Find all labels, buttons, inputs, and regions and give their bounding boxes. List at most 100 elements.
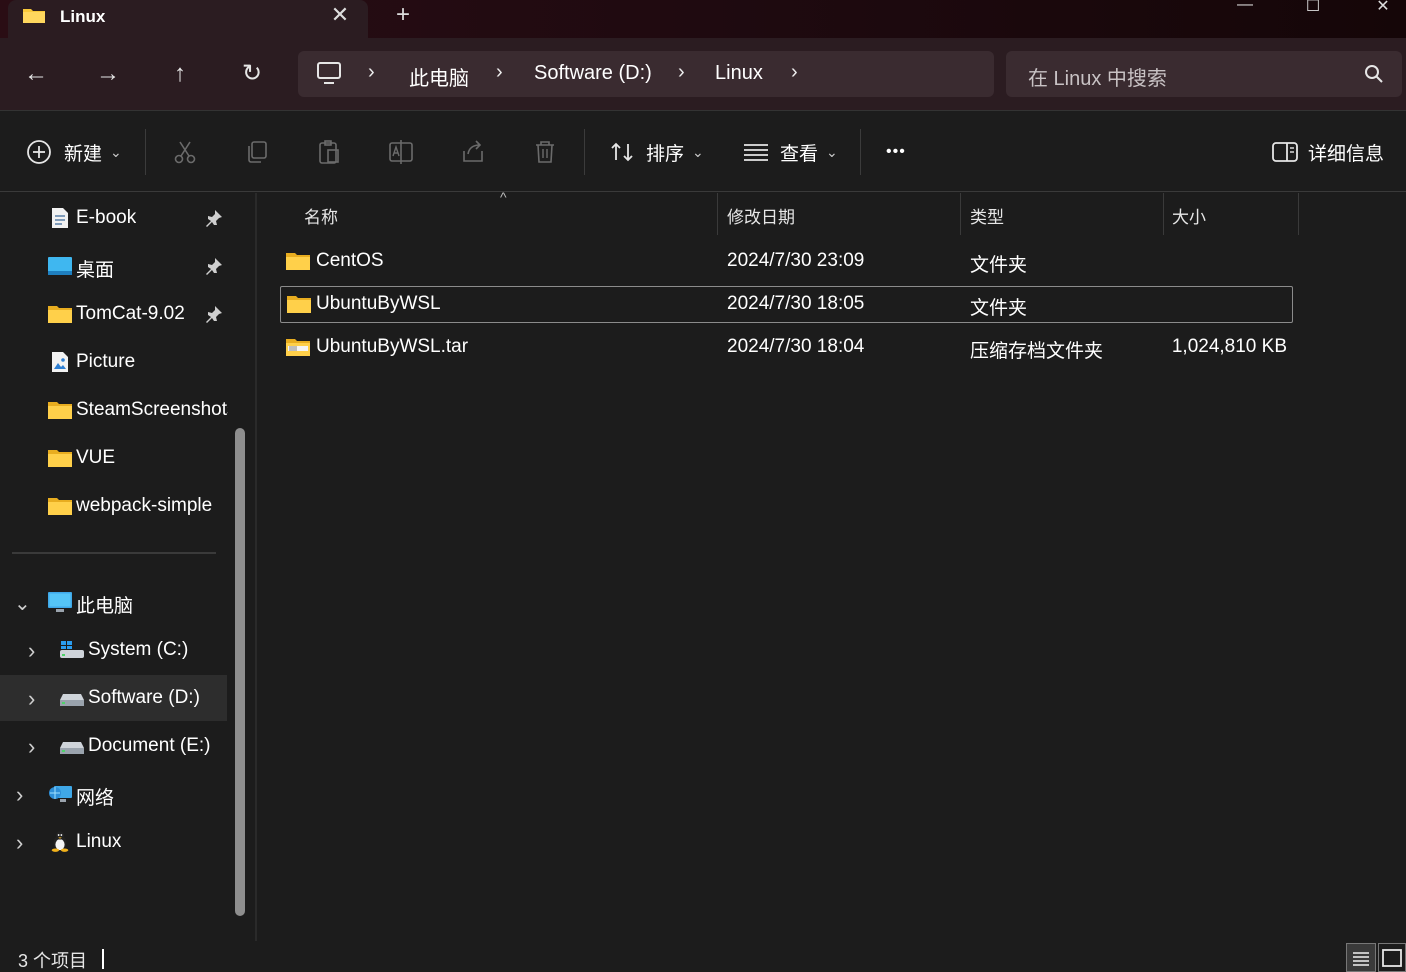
- file-name: CentOS: [316, 250, 384, 271]
- sidebar-item-label: webpack-simple: [76, 495, 213, 516]
- column-divider[interactable]: [1163, 193, 1164, 235]
- rename-icon[interactable]: [388, 139, 414, 165]
- tab-linux[interactable]: Linux ✕: [8, 0, 368, 38]
- command-toolbar: 新建 ⌄ 排序 ⌄ 查看 ⌄ ••• 详细信息: [0, 110, 1406, 192]
- status-separator: [102, 949, 104, 969]
- sidebar-item-system-c[interactable]: › System (C:): [0, 627, 227, 673]
- column-header-name[interactable]: 名称: [304, 195, 338, 235]
- breadcrumb-this-pc[interactable]: 此电脑: [409, 62, 469, 91]
- file-modified: 2024/7/30 18:04: [727, 336, 865, 357]
- chevron-right-icon[interactable]: ›: [16, 782, 23, 808]
- desktop-icon: [48, 257, 72, 275]
- share-icon[interactable]: [460, 139, 486, 165]
- details-view-icon: [1353, 952, 1369, 966]
- sidebar-item-vue[interactable]: VUE: [0, 435, 227, 481]
- sidebar-item-webpack-simple[interactable]: webpack-simple: [0, 483, 227, 529]
- breadcrumb-separator[interactable]: ›: [368, 61, 375, 84]
- sidebar-item-this-pc[interactable]: ⌄ 此电脑: [0, 579, 227, 625]
- column-header-label: 修改日期: [727, 207, 795, 227]
- back-button[interactable]: ←: [18, 56, 54, 92]
- document-icon: [52, 208, 68, 228]
- linux-penguin-icon: [51, 831, 69, 852]
- address-bar[interactable]: › 此电脑 › Software (D:) › Linux ›: [298, 51, 994, 97]
- pin-icon[interactable]: [205, 305, 223, 323]
- pin-icon[interactable]: [205, 257, 223, 275]
- view-button[interactable]: 查看 ⌄: [744, 137, 838, 167]
- details-view-button[interactable]: [1346, 943, 1376, 972]
- file-modified: 2024/7/30 23:09: [727, 250, 865, 271]
- folder-icon: [287, 296, 311, 313]
- sort-button[interactable]: 排序 ⌄: [610, 137, 704, 167]
- breadcrumb-separator[interactable]: ›: [791, 61, 798, 84]
- column-header-modified[interactable]: 修改日期: [727, 195, 795, 235]
- forward-button[interactable]: →: [90, 56, 126, 92]
- windows-drive-icon: [60, 641, 84, 658]
- file-row-ubuntubywsl[interactable]: UbuntuByWSL 2024/7/30 18:05 文件夹: [280, 286, 1293, 323]
- delete-icon[interactable]: [532, 139, 558, 165]
- chevron-right-icon[interactable]: ›: [28, 734, 35, 760]
- sidebar-item-e-book[interactable]: E-book: [0, 195, 227, 241]
- sidebar-scrollbar[interactable]: [235, 428, 245, 916]
- maximize-button[interactable]: ☐: [1290, 0, 1336, 16]
- file-modified: 2024/7/30 18:05: [727, 293, 865, 314]
- sidebar-item-network[interactable]: › 网络: [0, 771, 227, 817]
- computer-icon: [48, 592, 72, 612]
- up-button[interactable]: ↑: [162, 56, 198, 92]
- new-button[interactable]: 新建 ⌄: [26, 137, 122, 167]
- pin-icon[interactable]: [205, 209, 223, 227]
- breadcrumb-software-d[interactable]: Software (D:): [534, 62, 652, 85]
- file-row-centos[interactable]: CentOS 2024/7/30 23:09 文件夹: [280, 244, 1293, 281]
- chevron-right-icon[interactable]: ›: [28, 686, 35, 712]
- breadcrumb-separator[interactable]: ›: [678, 61, 685, 84]
- sidebar-item-linux[interactable]: › Linux: [0, 819, 227, 865]
- sidebar-item-desktop[interactable]: 桌面: [0, 243, 227, 289]
- column-header-label: 大小: [1172, 207, 1206, 227]
- file-type: 文件夹: [970, 298, 1028, 319]
- search-box[interactable]: 在 Linux 中搜索: [1006, 51, 1402, 97]
- sort-ascending-indicator: ^: [500, 189, 507, 205]
- column-divider[interactable]: [960, 193, 961, 235]
- network-icon: [49, 786, 72, 802]
- breadcrumb-separator[interactable]: ›: [496, 61, 503, 84]
- column-divider[interactable]: [1298, 193, 1299, 235]
- column-header-type[interactable]: 类型: [970, 195, 1004, 235]
- search-icon[interactable]: [1364, 64, 1384, 84]
- close-tab-icon[interactable]: ✕: [326, 2, 354, 30]
- sort-label: 排序: [646, 143, 685, 165]
- view-list-icon: [744, 144, 768, 161]
- details-pane-button[interactable]: 详细信息: [1272, 137, 1384, 167]
- column-header-size[interactable]: 大小: [1172, 195, 1206, 235]
- folder-icon: [48, 450, 72, 467]
- file-row-ubuntubywsl-tar[interactable]: UbuntuByWSL.tar 2024/7/30 18:04 压缩存档文件夹 …: [280, 330, 1293, 367]
- sidebar-item-label: 桌面: [76, 260, 115, 281]
- column-divider[interactable]: [717, 193, 718, 235]
- cut-icon[interactable]: [172, 139, 198, 165]
- minimize-button[interactable]: —: [1222, 0, 1268, 16]
- chevron-right-icon[interactable]: ›: [28, 638, 35, 664]
- sidebar-item-software-d[interactable]: › Software (D:): [0, 675, 227, 721]
- breadcrumb-linux[interactable]: Linux: [715, 62, 763, 85]
- new-tab-button[interactable]: +: [388, 2, 418, 30]
- sidebar-item-tomcat[interactable]: TomCat-9.02: [0, 291, 227, 337]
- chevron-down-icon[interactable]: ⌄: [14, 591, 31, 616]
- details-pane-icon: [1272, 142, 1298, 162]
- sidebar-item-label: System (C:): [88, 639, 189, 660]
- paste-icon[interactable]: [316, 139, 342, 165]
- drive-icon: [60, 694, 84, 706]
- chevron-right-icon[interactable]: ›: [16, 830, 23, 856]
- more-options-button[interactable]: •••: [886, 137, 906, 167]
- close-window-button[interactable]: ✕: [1360, 0, 1406, 16]
- sidebar-item-picture[interactable]: Picture: [0, 339, 227, 385]
- copy-icon[interactable]: [244, 139, 270, 165]
- pane-splitter[interactable]: [255, 193, 257, 941]
- details-label: 详细信息: [1308, 143, 1385, 165]
- refresh-button[interactable]: ↻: [234, 56, 270, 92]
- add-circle-icon: [27, 140, 51, 164]
- toolbar-divider: [584, 129, 585, 175]
- sidebar-item-document-e[interactable]: › Document (E:): [0, 723, 227, 769]
- navigation-pane: E-book 桌面 TomCat-9.02 Picture SteamScree…: [0, 193, 248, 941]
- sidebar-item-steamscreenshots[interactable]: SteamScreenshots: [0, 387, 228, 433]
- column-header-label: 类型: [970, 207, 1004, 227]
- folder-icon: [286, 253, 310, 270]
- large-icons-view-button[interactable]: [1378, 943, 1406, 972]
